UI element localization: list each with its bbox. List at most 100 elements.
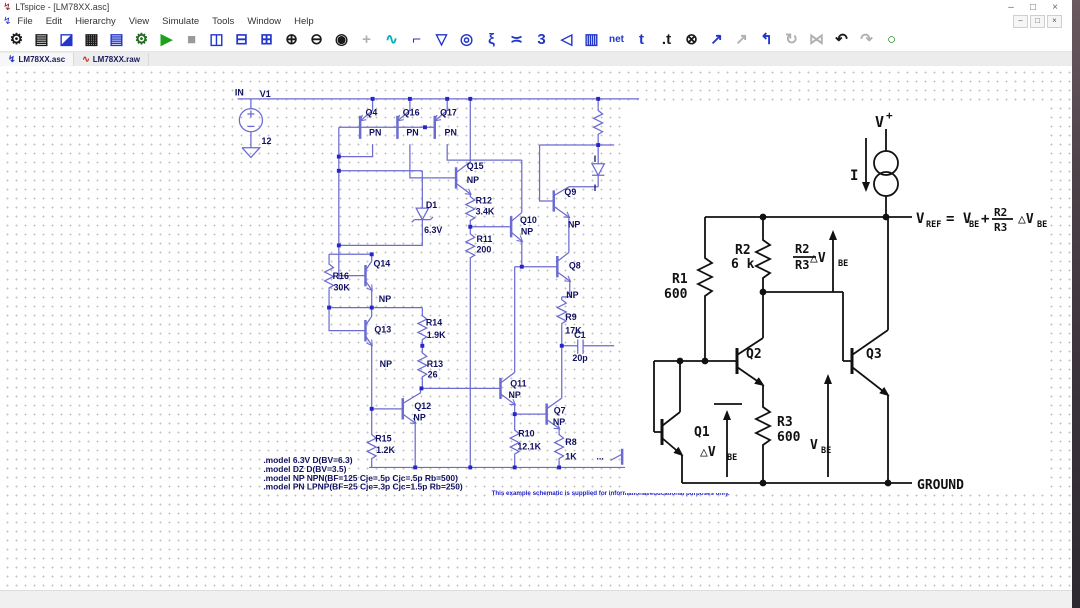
model-q16: PN [406, 127, 418, 137]
control-panel-icon[interactable]: ⚙ [4, 30, 29, 50]
ground-label: GROUND [917, 478, 964, 493]
tile-horizontal-icon[interactable]: ⊟ [229, 30, 254, 50]
tab-waveform[interactable]: ∿ LM78XX.raw [74, 53, 149, 66]
component-labels[interactable]: IN V1 12 Q4 PN Q16 PN Q17 PN Q15 NP D1 6… [235, 87, 604, 461]
minimize-button[interactable]: – [1000, 1, 1022, 14]
component-icon[interactable]: ▥ [579, 30, 604, 50]
svg-text:R3: R3 [795, 258, 809, 272]
mdi-close-button[interactable]: × [1047, 14, 1062, 28]
settings-icon[interactable]: ⚙ [129, 30, 154, 50]
svg-text:BE: BE [727, 453, 737, 463]
value-v1: 12 [262, 136, 272, 146]
tab-bar: ↯ LM78XX.asc ∿ LM78XX.raw [0, 52, 1072, 67]
open-icon[interactable]: ◪ [54, 30, 79, 50]
resistor[interactable] [593, 107, 604, 137]
menu-hierarchy[interactable]: Hierarchy [75, 16, 116, 27]
menu-file[interactable]: File [17, 16, 32, 27]
redo-icon[interactable]: ↷ [854, 30, 879, 50]
delete-icon[interactable]: ⊗ [679, 30, 704, 50]
maximize-button[interactable]: □ [1022, 1, 1044, 14]
port-label-in: IN [235, 87, 244, 97]
resistor-icon[interactable]: ξ [479, 30, 504, 50]
inductor-icon[interactable]: 3 [529, 30, 554, 50]
duplicate-icon[interactable]: ↗ [704, 30, 729, 50]
text-icon[interactable]: t [629, 30, 654, 50]
label-r11: R11 [476, 234, 492, 244]
zener-d1[interactable] [411, 207, 434, 223]
mirror-icon[interactable]: ⋈ [804, 30, 829, 50]
paste-icon[interactable]: ↻ [779, 30, 804, 50]
svg-text:R3: R3 [994, 221, 1007, 234]
resistor-r11[interactable] [465, 230, 476, 261]
figure-resistor-r3 [755, 402, 771, 448]
run-icon[interactable]: ▶ [154, 30, 179, 50]
spice-directive-icon[interactable]: .t [654, 30, 679, 50]
current-label: I [850, 168, 858, 184]
resistor-r13[interactable] [417, 349, 428, 380]
new-schematic-icon[interactable]: ▤ [29, 30, 54, 50]
clipped-dots: ... [596, 451, 603, 461]
model-q12: NP [413, 412, 425, 422]
value-r8: 1K [565, 451, 577, 461]
zoom-out-icon[interactable]: ⊖ [304, 30, 329, 50]
label-d1: D1 [426, 200, 437, 210]
waveform-icon[interactable]: ∿ [379, 30, 404, 50]
ground-icon[interactable]: ▽ [429, 30, 454, 50]
figure-r1-ref: R1 [672, 272, 688, 287]
drag-icon[interactable]: ↰ [754, 30, 779, 50]
mdi-restore-button[interactable]: □ [1030, 14, 1045, 28]
diode-icon[interactable]: ◁ [554, 30, 579, 50]
model-q17: PN [445, 127, 457, 137]
schematic-tab-icon: ↯ [8, 54, 16, 64]
directive-model-pn: .model PN LPNP(BF=25 Cje=.3p Cjc=1.5p Rb… [263, 482, 463, 492]
supply-plus: + [886, 109, 893, 122]
print-icon[interactable]: ▤ [104, 30, 129, 50]
menu-edit[interactable]: Edit [46, 16, 62, 27]
diode-symbol[interactable] [590, 163, 606, 177]
wire-icon[interactable]: ⌐ [404, 30, 429, 50]
tab-schematic-label: LM78XX.asc [18, 55, 66, 64]
label-q7: Q7 [554, 405, 566, 415]
label-r8: R8 [565, 437, 576, 447]
label-v1: V1 [260, 89, 271, 99]
halt-icon[interactable]: ■ [179, 30, 204, 50]
capacitor-icon[interactable]: ≍ [504, 30, 529, 50]
spice-directives[interactable]: .model 6.3V D(BV=6.3) .model DZ D(BV=3.5… [263, 455, 463, 492]
resistor-r8[interactable] [554, 431, 565, 461]
menu-view[interactable]: View [129, 16, 149, 27]
transistor-bars[interactable] [358, 115, 624, 465]
svg-text:REF: REF [926, 220, 941, 230]
zoom-in-icon[interactable]: ⊕ [279, 30, 304, 50]
undo-icon[interactable]: ↶ [829, 30, 854, 50]
menu-bar: ↯ File Edit Hierarchy View Simulate Tools Wind… [0, 14, 1072, 29]
close-button[interactable]: × [1044, 1, 1066, 14]
label-net-icon[interactable]: ◎ [454, 30, 479, 50]
find-icon[interactable]: ○ [879, 30, 904, 50]
save-icon[interactable]: ▦ [79, 30, 104, 50]
menu-help[interactable]: Help [294, 16, 314, 27]
tile-vertical-icon[interactable]: ◫ [204, 30, 229, 50]
label-r12: R12 [476, 196, 492, 206]
zoom-full-icon[interactable]: ◉ [329, 30, 354, 50]
tab-schematic[interactable]: ↯ LM78XX.asc [0, 53, 75, 66]
resistor-r12[interactable] [465, 193, 476, 223]
move-icon[interactable]: ↗ [729, 30, 754, 50]
menu-window[interactable]: Window [247, 16, 281, 27]
schematic-canvas[interactable]: IN V1 12 Q4 PN Q16 PN Q17 PN Q15 NP D1 6… [0, 66, 1072, 590]
model-q10: NP [521, 227, 533, 237]
cascade-icon[interactable]: ⊞ [254, 30, 279, 50]
child-window-icon: ↯ [3, 15, 12, 27]
menu-tools[interactable]: Tools [212, 16, 234, 27]
label-q9: Q9 [564, 187, 576, 197]
netlist-icon[interactable]: net [604, 30, 629, 50]
value-r16: 30K [334, 283, 351, 293]
figure-r2-value: 6 k [731, 257, 755, 272]
mdi-minimize-button[interactable]: – [1013, 14, 1028, 28]
clipped-label-top: I [594, 154, 596, 164]
model-q11: NP [508, 390, 520, 400]
pan-icon[interactable]: + [354, 30, 379, 50]
figure-q3-label: Q3 [866, 347, 882, 362]
capacitor-c1[interactable] [577, 339, 584, 354]
menu-simulate[interactable]: Simulate [162, 16, 199, 27]
figure-r3-ref: R3 [777, 415, 793, 430]
